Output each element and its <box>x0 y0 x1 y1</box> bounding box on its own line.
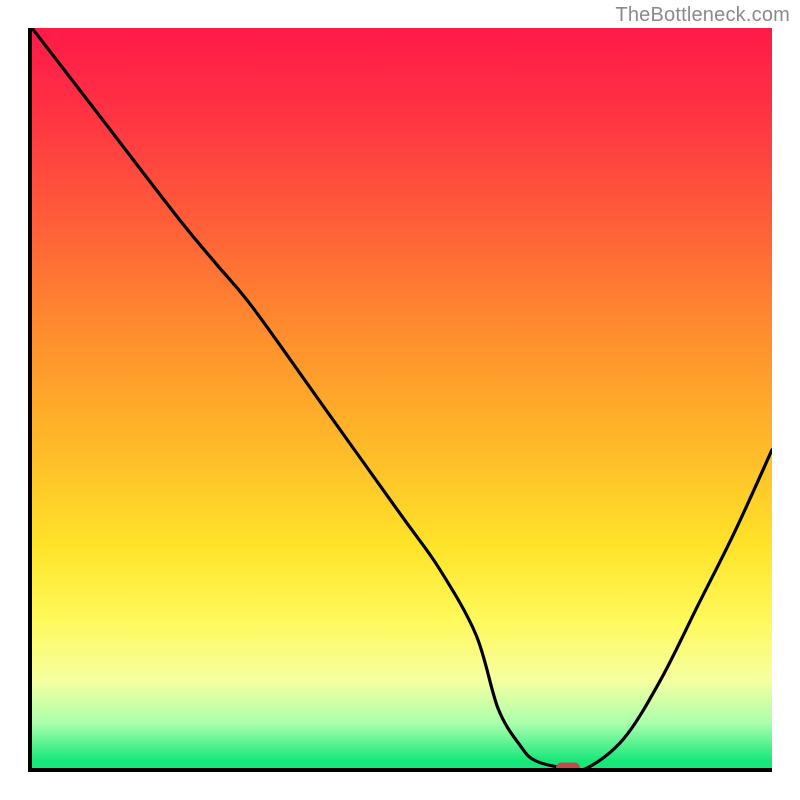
minimum-marker <box>556 763 580 773</box>
bottleneck-curve <box>32 28 772 768</box>
plot-frame <box>28 28 772 772</box>
chart-container: TheBottleneck.com <box>0 0 800 800</box>
watermark-text: TheBottleneck.com <box>615 4 790 27</box>
